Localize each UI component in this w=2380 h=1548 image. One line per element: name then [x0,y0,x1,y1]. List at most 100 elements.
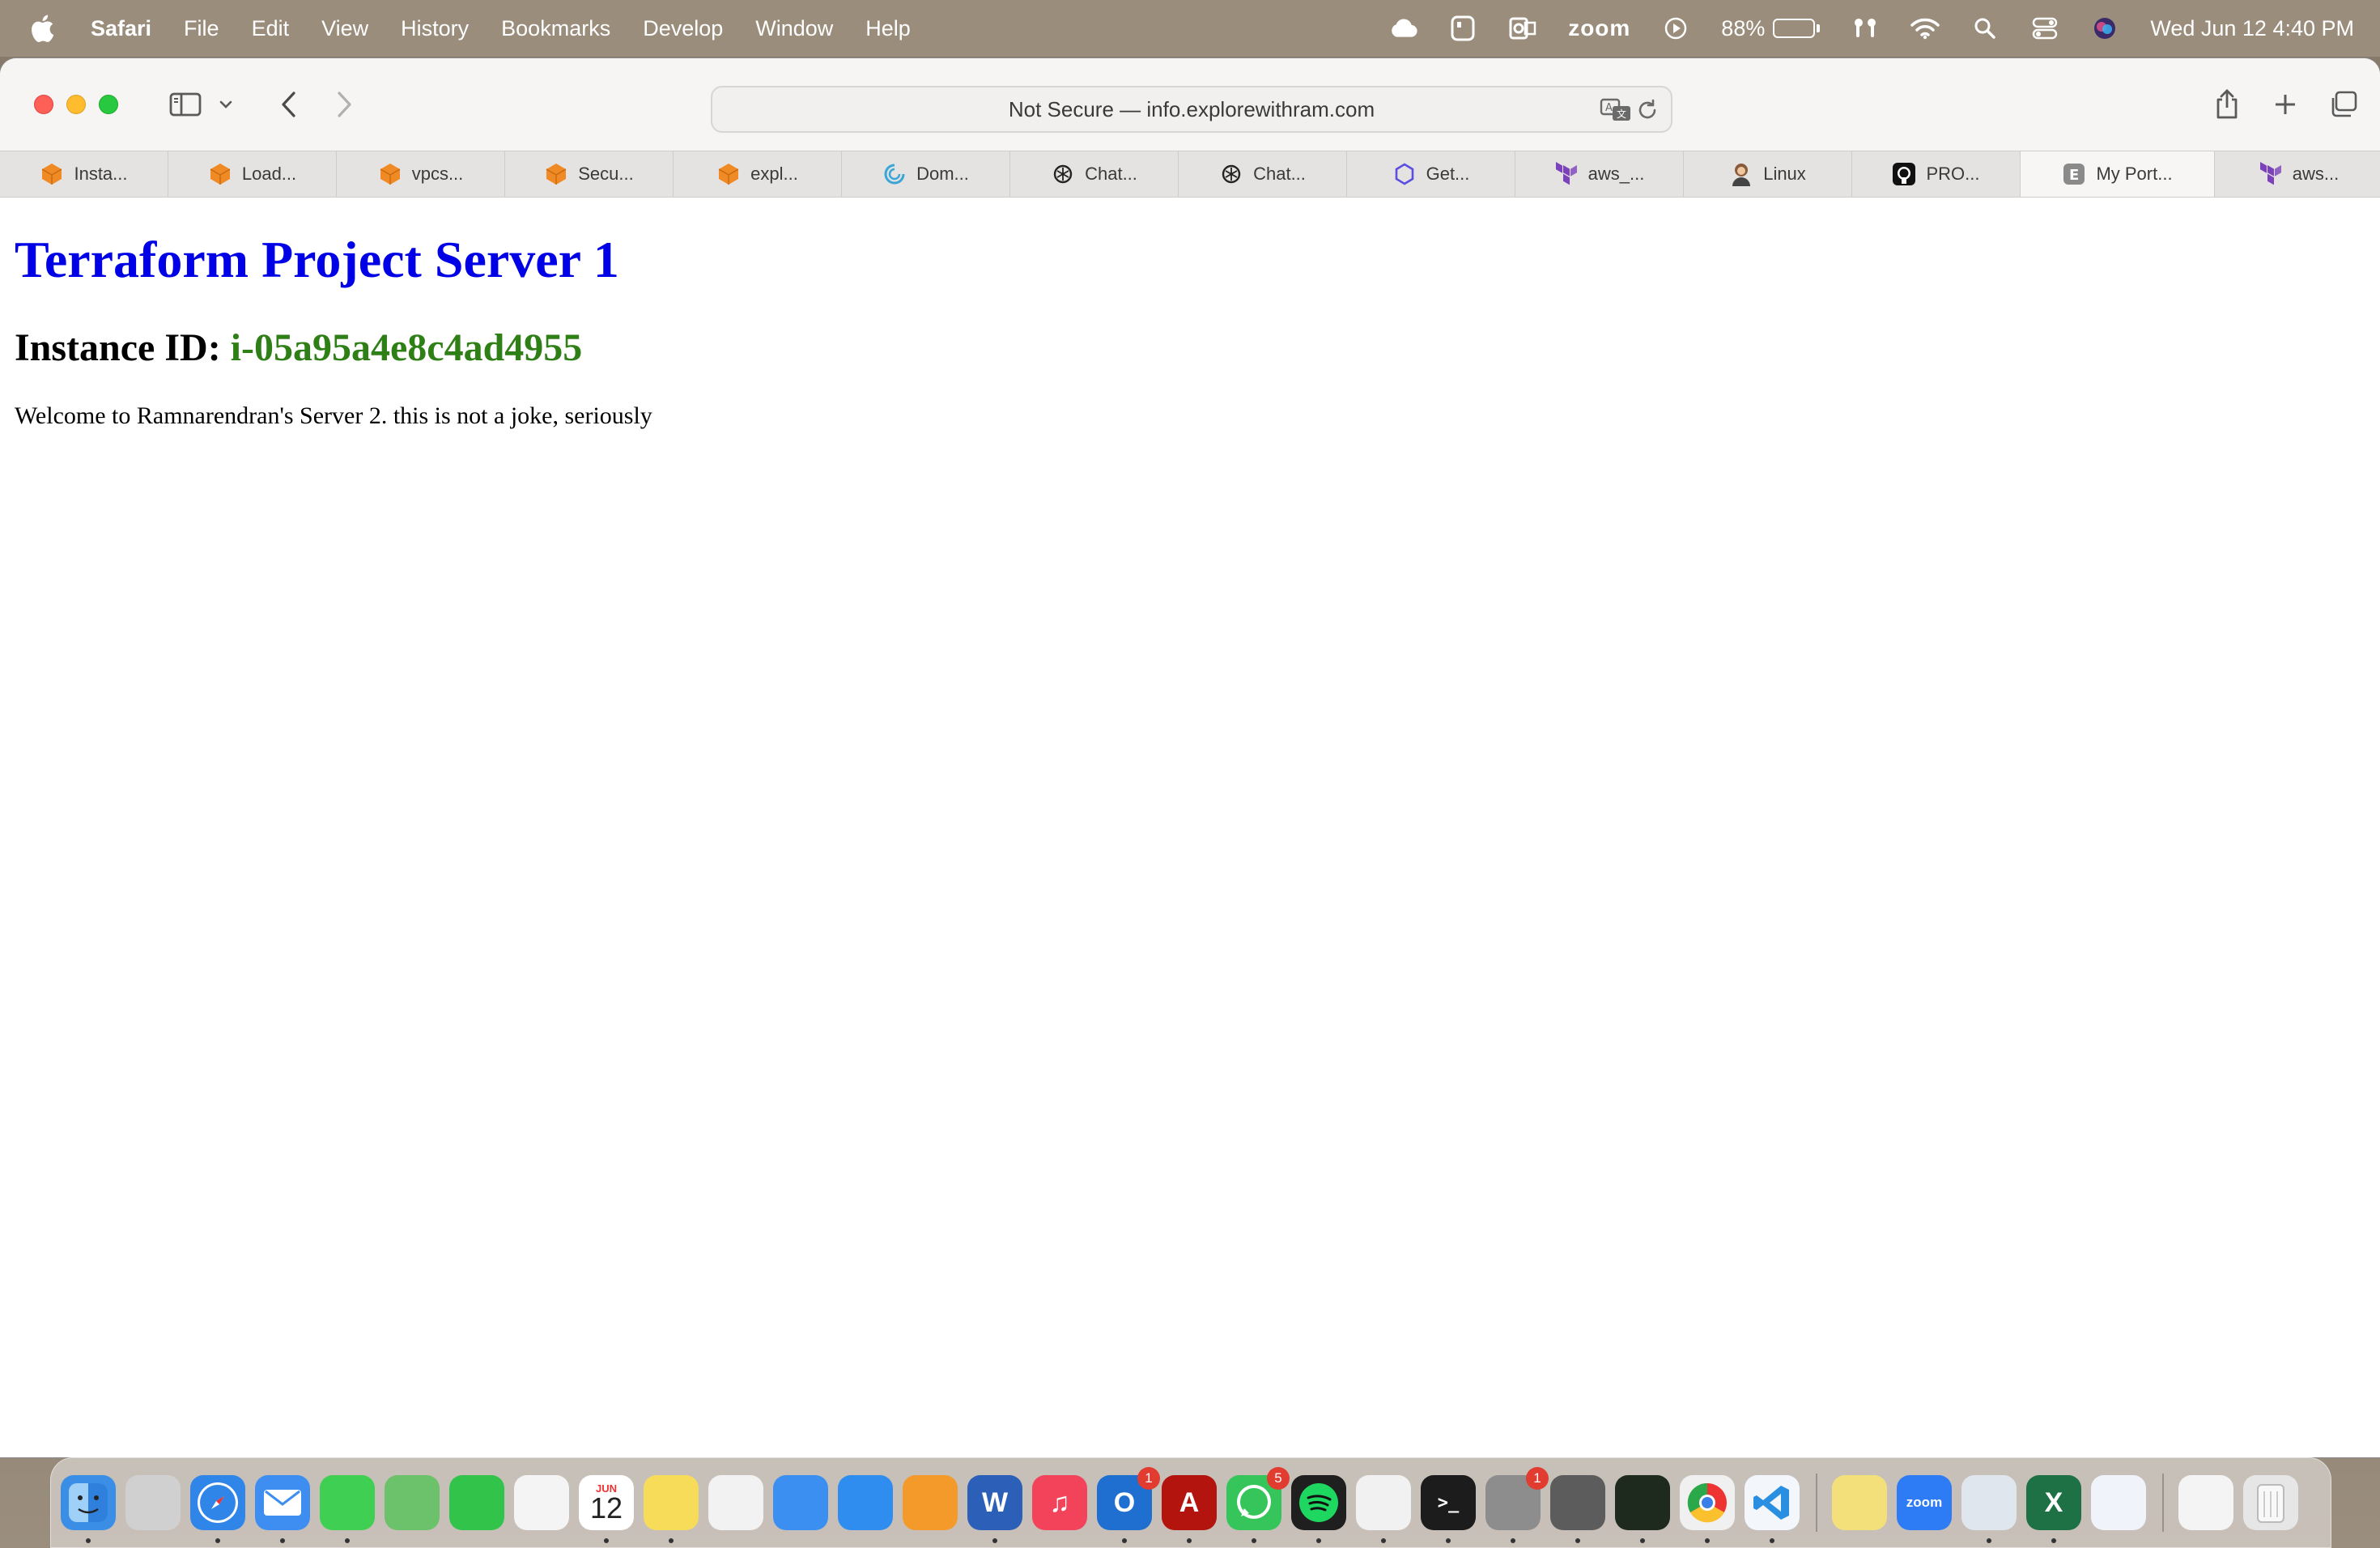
back-button-icon[interactable] [270,86,308,123]
battery-status[interactable]: 88% [1721,16,1821,41]
sidebar-menu-chevron-down-icon[interactable] [214,86,238,123]
browser-tab[interactable]: Load... [168,151,337,197]
dock-pages-icon[interactable] [903,1475,958,1530]
browser-tab[interactable]: Chat... [1179,151,1347,197]
running-indicator [1770,1538,1774,1543]
browser-tab[interactable]: PRO... [1852,151,2021,197]
translate-icon[interactable]: A文 [1600,97,1632,129]
dock-excel-icon[interactable]: X [2026,1475,2081,1543]
minimize-window-button[interactable] [66,95,86,114]
dock-onedrive-icon[interactable] [2091,1475,2146,1530]
dock-messages-icon[interactable] [320,1475,375,1543]
menu-develop[interactable]: Develop [643,16,723,41]
share-icon[interactable] [2208,86,2246,123]
browser-tab[interactable]: Insta... [0,151,168,197]
dock-calculator-icon[interactable] [1550,1475,1605,1543]
menu-app-name[interactable]: Safari [91,16,151,41]
dock-facetime-icon[interactable] [449,1475,504,1530]
running-indicator [1381,1538,1386,1543]
welcome-message: Welcome to Ramnarendran's Server 2. this… [15,402,652,429]
new-tab-plus-icon[interactable] [2267,86,2304,123]
reload-icon[interactable] [1635,98,1660,128]
close-window-button[interactable] [34,95,53,114]
menu-window[interactable]: Window [755,16,833,41]
siri-icon[interactable] [2090,14,2119,43]
notification-badge: 1 [1526,1467,1549,1490]
dock-music-icon[interactable]: ♫ [1032,1475,1087,1530]
dock-spotify-icon[interactable] [1291,1475,1346,1543]
running-indicator [1511,1538,1515,1543]
running-indicator [345,1538,350,1543]
dock-brave-icon[interactable] [1356,1475,1411,1543]
running-indicator [1122,1538,1127,1543]
stage-manager-icon[interactable] [1448,14,1477,43]
menu-view[interactable]: View [321,16,368,41]
dock-safari-icon[interactable] [190,1475,245,1543]
airpods-icon[interactable] [1851,14,1880,43]
dock-outlook-icon[interactable]: O1 [1097,1467,1160,1543]
browser-tab[interactable]: Linux [1684,151,1852,197]
tab-label: Load... [241,164,297,184]
dock-terminal-icon[interactable]: >_ [1421,1475,1476,1543]
menu-help[interactable]: Help [865,16,911,41]
dock-chrome-icon[interactable] [1680,1475,1735,1543]
zoom-window-button[interactable] [99,95,118,114]
dock-launchpad-icon[interactable] [125,1475,181,1530]
dock-whatsapp-icon[interactable]: 5 [1226,1467,1290,1543]
wifi-icon[interactable] [1910,14,1940,43]
browser-tab[interactable]: Chat... [1010,151,1179,197]
window-controls [34,95,131,114]
tab-label: Chat... [1253,164,1306,184]
now-playing-icon[interactable] [1661,14,1690,43]
tab-overview-icon[interactable] [2325,86,2362,123]
dock-keynote-icon[interactable] [773,1475,828,1530]
running-indicator [604,1538,609,1543]
browser-tab[interactable]: aws_... [1515,151,1684,197]
menu-datetime[interactable]: Wed Jun 12 4:40 PM [2150,16,2354,41]
page-title: Terraform Project Server 1 [15,231,619,288]
aws-cube-icon [378,162,402,186]
dock-trash-icon[interactable] [2243,1475,2298,1530]
browser-tab[interactable]: Get... [1347,151,1515,197]
dock-system-settings-icon[interactable]: 1 [1485,1467,1549,1543]
tab-label: Chat... [1085,164,1137,184]
spotlight-search-icon[interactable] [1970,14,2000,43]
apple-logo-icon[interactable] [29,14,55,43]
browser-tab[interactable]: expl... [674,151,842,197]
address-bar[interactable]: Not Secure — info.explorewithram.com A文 [711,86,1672,133]
dock-activity-monitor-icon[interactable] [1615,1475,1670,1543]
instance-id-value: i-05a95a4e8c4ad4955 [230,326,583,369]
dock-maps-icon[interactable] [385,1475,440,1530]
browser-tab[interactable]: vpcs... [337,151,505,197]
browser-tab[interactable]: aws... [2215,151,2380,197]
dock-finder-icon[interactable] [61,1475,116,1543]
browser-tab[interactable]: E My Port... [2021,151,2215,197]
dock-photos-icon[interactable] [514,1475,569,1530]
browser-tab[interactable]: Secu... [505,151,674,197]
dock-mail-icon[interactable] [255,1475,310,1543]
dock-vscode-icon[interactable] [1745,1475,1800,1543]
control-center-icon[interactable] [2030,14,2059,43]
dock-separator [1816,1474,1817,1532]
forward-button-icon[interactable] [325,86,363,123]
menu-file[interactable]: File [184,16,219,41]
dock-stickies-icon[interactable] [1832,1475,1887,1530]
dock-news-icon[interactable] [708,1475,763,1530]
menu-history[interactable]: History [401,16,469,41]
menu-edit[interactable]: Edit [252,16,290,41]
dock-preview-icon[interactable] [1961,1475,2017,1543]
dock-zoom-icon[interactable]: zoom [1897,1475,1952,1530]
browser-tab[interactable]: Dom... [842,151,1010,197]
dock-downloads-stack-icon[interactable] [2178,1475,2233,1530]
dock-word-icon[interactable]: W [967,1475,1022,1543]
zoom-status-label[interactable]: zoom [1568,15,1630,41]
dock-acrobat-icon[interactable]: A [1162,1475,1217,1543]
dock-notes-icon[interactable] [644,1475,699,1543]
outlook-status-icon[interactable] [1508,14,1537,43]
dock-calendar-icon[interactable]: JUN 12 [579,1475,634,1543]
sidebar-toggle-icon[interactable] [167,86,204,123]
dock-app-store-icon[interactable] [838,1475,893,1530]
menu-bookmarks[interactable]: Bookmarks [501,16,610,41]
icloud-icon[interactable] [1388,14,1417,43]
github-icon [1892,162,1916,186]
